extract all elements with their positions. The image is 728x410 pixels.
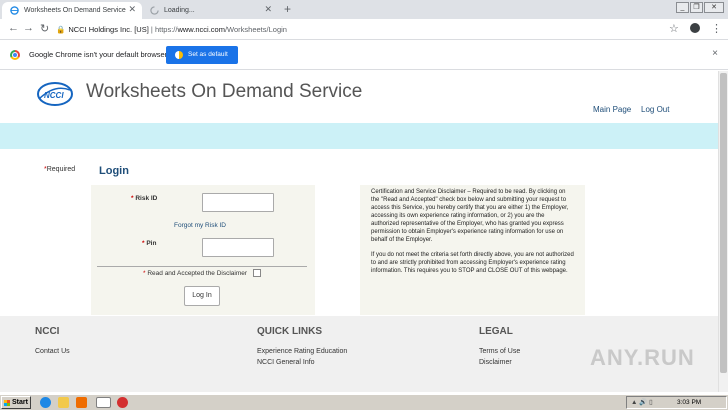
tab-strip: Worksheets On Demand Service ✕ Loading..…	[0, 0, 728, 19]
tab-close-icon[interactable]: ✕	[128, 2, 136, 17]
pin-input[interactable]	[202, 238, 274, 257]
browser-toolbar: ← → ↻ 🔒 NCCI Holdings Inc. [US] | https:/…	[0, 19, 728, 40]
minimize-button[interactable]: _	[676, 2, 689, 13]
ncci-logo: NCCI	[37, 82, 73, 106]
close-window-button[interactable]: ✕	[704, 2, 724, 13]
start-label: Start	[12, 399, 28, 406]
clock: 3:03 PM	[677, 399, 702, 406]
chrome-logo-icon	[10, 50, 20, 60]
ncci-general-info-link[interactable]: NCCI General Info	[257, 359, 315, 366]
media-player-icon[interactable]	[76, 397, 87, 408]
log-in-button[interactable]: Log In	[184, 286, 220, 306]
anyrun-watermark: ANY.RUN	[590, 345, 695, 370]
page-content: NCCI Worksheets On Demand Service Main P…	[0, 71, 718, 392]
ie-icon[interactable]	[40, 397, 51, 408]
set-as-default-label: Set as default	[188, 51, 228, 58]
required-note: *Required	[44, 166, 76, 173]
tab-loading[interactable]: Loading... ✕	[142, 2, 278, 19]
footer-heading-quick-links: QUICK LINKS	[257, 326, 322, 337]
disclaimer-paragraph: If you do not meet the criteria set fort…	[371, 252, 574, 274]
login-form: * Risk ID Forgot my Risk ID * Pin * Read…	[91, 185, 315, 315]
url-path: /Worksheets/Login	[224, 25, 287, 34]
back-button[interactable]: ←	[8, 22, 19, 34]
pin-label: * Pin	[142, 240, 157, 247]
tab-label: Loading...	[164, 7, 195, 14]
bookmark-star-icon[interactable]: ☆	[669, 22, 679, 35]
experience-rating-education-link[interactable]: Experience Rating Education	[257, 348, 347, 355]
scrollbar-thumb[interactable]	[720, 73, 727, 373]
disclaimer-panel: Certification and Service Disclaimer – R…	[360, 185, 585, 315]
page-title: Worksheets On Demand Service	[86, 81, 363, 102]
header-band	[0, 123, 718, 149]
start-button[interactable]: Start	[1, 396, 31, 409]
disclaimer-paragraph: Certification and Service Disclaimer – R…	[371, 189, 569, 243]
chrome-taskbar-icon[interactable]	[96, 397, 111, 408]
forward-button[interactable]: →	[23, 22, 34, 34]
lock-icon: 🔒	[56, 25, 66, 34]
forgot-risk-id-link[interactable]: Forgot my Risk ID	[174, 222, 226, 229]
infobar-message: Google Chrome isn't your default browser	[29, 50, 168, 59]
warning-icon[interactable]	[117, 397, 128, 408]
form-divider	[97, 266, 307, 267]
windows-taskbar: Start ▲ 🔊 ▯ 3:03 PM	[0, 394, 728, 410]
main-page-link[interactable]: Main Page	[593, 105, 631, 114]
log-out-link[interactable]: Log Out	[641, 105, 669, 114]
shield-icon	[175, 51, 183, 59]
set-as-default-button[interactable]: Set as default	[166, 46, 238, 64]
vertical-scrollbar[interactable]	[718, 71, 728, 392]
new-tab-button[interactable]: +	[284, 2, 291, 16]
tab-label: Worksheets On Demand Service	[24, 7, 126, 14]
risk-id-label: * Risk ID	[131, 195, 158, 202]
explorer-folder-icon[interactable]	[58, 397, 69, 408]
infobar-close-icon[interactable]: ×	[712, 48, 718, 59]
windows-logo-icon	[4, 400, 10, 406]
footer-heading-legal: LEGAL	[479, 326, 513, 337]
address-bar[interactable]: 🔒 NCCI Holdings Inc. [US] | https://www.n…	[56, 22, 666, 37]
restore-button[interactable]: ❐	[690, 2, 703, 13]
reload-button[interactable]: ↻	[40, 22, 49, 35]
url-host: www.ncci.com	[177, 25, 225, 34]
accept-disclaimer-checkbox[interactable]	[253, 269, 261, 277]
site-identity: NCCI Holdings Inc. [US]	[68, 25, 149, 34]
tray-icons: ▲ 🔊 ▯	[631, 399, 653, 406]
risk-id-input[interactable]	[202, 193, 274, 212]
url-separator: |	[150, 25, 153, 34]
tab-worksheets[interactable]: Worksheets On Demand Service ✕	[2, 2, 142, 19]
chrome-menu-icon[interactable]: ⋮	[711, 22, 722, 35]
system-tray: ▲ 🔊 ▯ 3:03 PM	[626, 396, 727, 409]
profile-icon[interactable]	[690, 23, 700, 33]
default-browser-infobar: Google Chrome isn't your default browser…	[0, 41, 728, 70]
ie-page-icon	[10, 6, 19, 15]
loading-spinner-icon	[150, 6, 159, 15]
svg-text:NCCI: NCCI	[44, 91, 64, 100]
contact-us-link[interactable]: Contact Us	[35, 348, 70, 355]
disclaimer-link[interactable]: Disclaimer	[479, 359, 512, 366]
accept-disclaimer-label: * Read and Accepted the Disclaimer	[143, 270, 248, 277]
footer-heading-ncci: NCCI	[35, 326, 60, 337]
tab-close-icon[interactable]: ✕	[264, 2, 272, 17]
login-heading: Login	[99, 165, 129, 177]
terms-of-use-link[interactable]: Terms of Use	[479, 348, 520, 355]
url-scheme: https://	[154, 25, 178, 34]
footer: NCCI Contact Us QUICK LINKS Experience R…	[0, 316, 718, 392]
